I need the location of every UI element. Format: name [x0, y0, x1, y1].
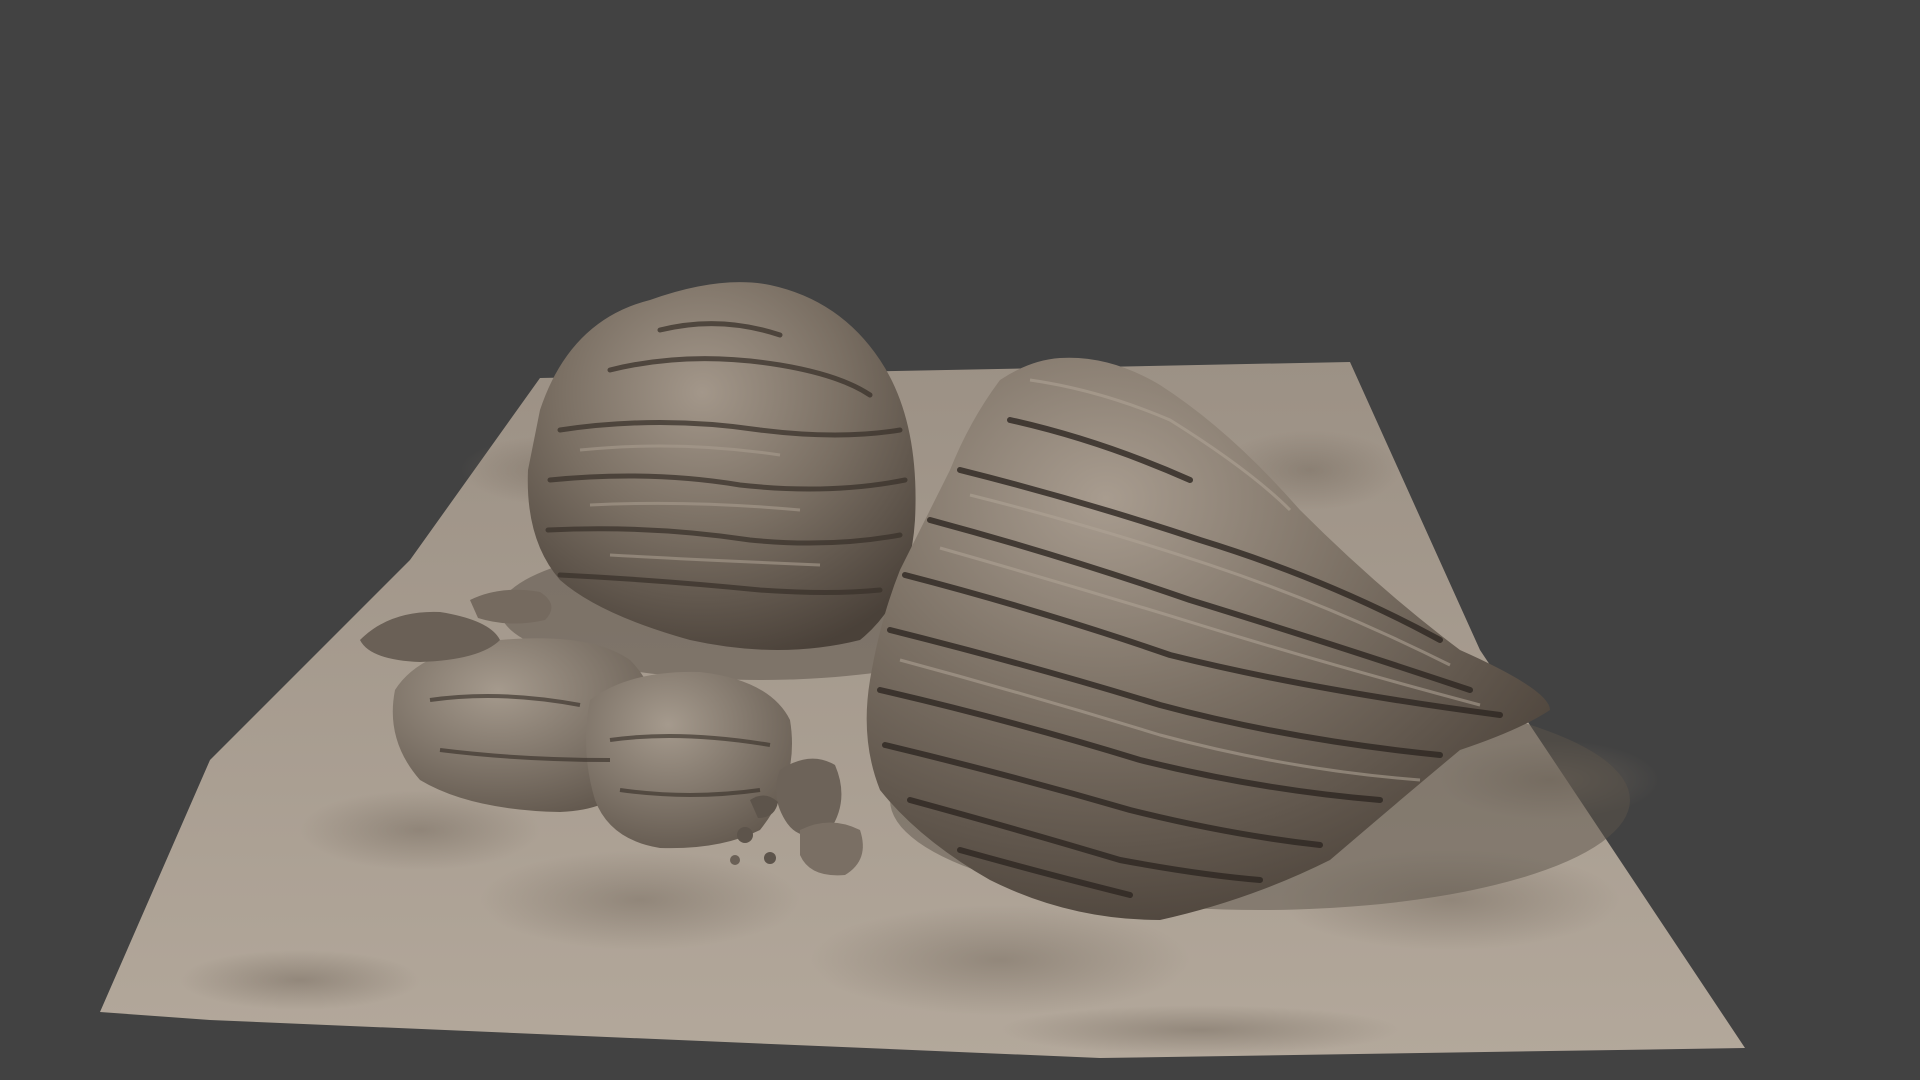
- rock-scene-render: [100, 282, 1745, 1058]
- 3d-viewport[interactable]: [0, 0, 1920, 1080]
- left-rock: [527, 282, 916, 650]
